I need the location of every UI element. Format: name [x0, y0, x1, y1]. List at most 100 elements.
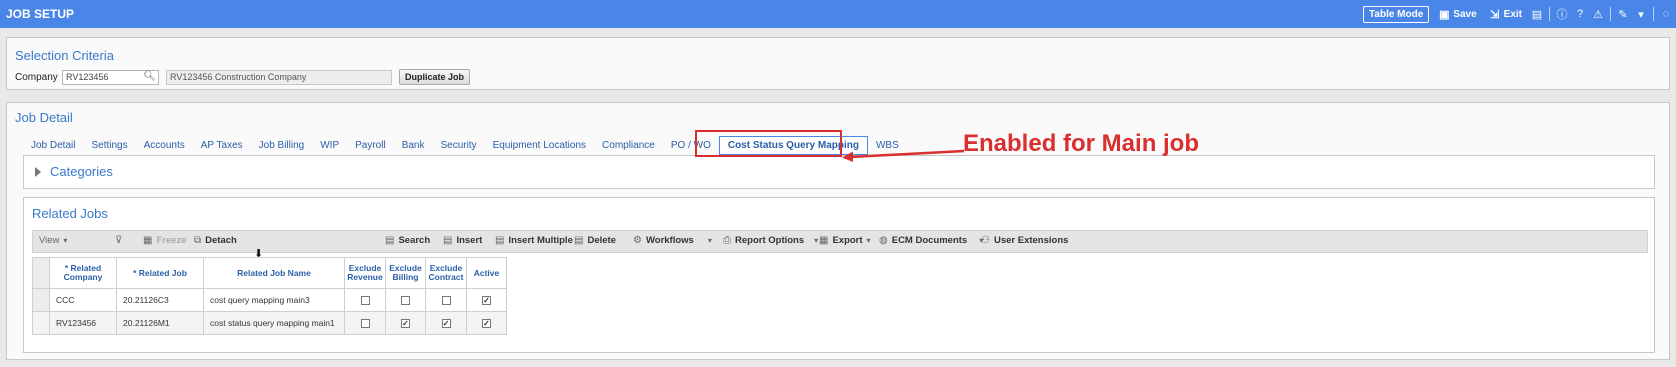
- company-value: RV123456: [66, 72, 109, 82]
- column-header-related-job[interactable]: * Related Job: [116, 257, 204, 289]
- table-row[interactable]: RV123456 20.21126M1 cost status query ma…: [32, 311, 507, 335]
- caret-right-icon[interactable]: [35, 167, 41, 177]
- exit-button[interactable]: ⇲ Exit: [1486, 8, 1525, 21]
- search-button[interactable]: ▤ Search: [385, 235, 430, 246]
- detach-button[interactable]: ⧉ Detach: [194, 235, 237, 246]
- insert-button[interactable]: ▤ Insert: [443, 235, 482, 246]
- printer-icon: ⎙: [723, 235, 731, 246]
- chevron-down-icon: ▾: [707, 236, 712, 245]
- exclude-contract-checkbox[interactable]: [441, 296, 451, 306]
- layout-icon[interactable]: ▤: [1531, 8, 1543, 21]
- filter-button[interactable]: ⊽: [115, 235, 122, 246]
- export-menu[interactable]: ▦ Export ▾: [819, 235, 871, 246]
- exclude-revenue-checkbox[interactable]: [360, 319, 370, 329]
- warning-icon[interactable]: ⚠: [1592, 8, 1604, 21]
- insert-multiple-button[interactable]: ▤ Insert Multiple: [495, 235, 573, 246]
- exclude-revenue-checkbox[interactable]: [360, 296, 370, 306]
- annotation-arrow: [842, 149, 965, 162]
- duplicate-job-button[interactable]: Duplicate Job: [399, 69, 471, 85]
- selection-criteria-title: Selection Criteria: [15, 48, 114, 63]
- report-options-menu[interactable]: ⎙ Report Options ▾: [723, 235, 818, 246]
- highlight-box: [695, 130, 842, 157]
- tab-security[interactable]: Security: [433, 137, 485, 154]
- cell-related-job[interactable]: 20.21126M1: [116, 311, 204, 335]
- row-selector[interactable]: [32, 311, 50, 335]
- insert-multiple-label: Insert Multiple: [508, 235, 573, 246]
- row-selector[interactable]: [32, 288, 50, 312]
- exit-icon: ⇲: [1490, 8, 1500, 21]
- column-header-related-company[interactable]: * Related Company: [49, 257, 117, 289]
- insert-label: Insert: [456, 235, 483, 246]
- info-icon[interactable]: ⓘ: [1556, 8, 1568, 21]
- categories-section[interactable]: Categories: [23, 155, 1655, 189]
- active-checkbox[interactable]: ✓: [482, 319, 491, 329]
- tab-wip[interactable]: WIP: [312, 137, 347, 154]
- tab-ap-taxes[interactable]: AP Taxes: [193, 137, 251, 154]
- cell-related-company[interactable]: CCC: [49, 288, 117, 312]
- cell-related-job-name[interactable]: cost query mapping main3: [203, 288, 345, 312]
- tab-bank[interactable]: Bank: [394, 137, 433, 154]
- column-header-exclude-billing[interactable]: Exclude Billing: [385, 257, 426, 289]
- exclude-contract-checkbox[interactable]: ✓: [441, 319, 451, 329]
- column-header-active[interactable]: Active: [466, 257, 507, 289]
- detach-icon: ⧉: [194, 235, 202, 246]
- save-button[interactable]: ▣ Save: [1435, 8, 1479, 21]
- column-header-exclude-revenue[interactable]: Exclude Revenue: [344, 257, 386, 289]
- exit-label: Exit: [1503, 8, 1522, 20]
- categories-title: Categories: [50, 164, 113, 179]
- job-detail-title: Job Detail: [15, 110, 73, 125]
- detach-label: Detach: [205, 235, 237, 246]
- tab-settings[interactable]: Settings: [83, 137, 135, 154]
- table-mode-button[interactable]: Table Mode: [1363, 5, 1430, 23]
- refresh-icon[interactable]: ◌: [1660, 8, 1672, 20]
- exclude-billing-checkbox[interactable]: [401, 296, 410, 306]
- tab-job-detail[interactable]: Job Detail: [23, 137, 83, 154]
- workflows-label: Workflows: [645, 235, 694, 246]
- report-options-label: Report Options: [735, 235, 805, 246]
- column-header-related-job-name[interactable]: Related Job Name: [203, 257, 345, 289]
- tab-job-billing[interactable]: Job Billing: [251, 137, 313, 154]
- active-checkbox[interactable]: ✓: [482, 296, 491, 306]
- ecm-documents-label: ECM Documents: [891, 235, 968, 246]
- tab-compliance[interactable]: Compliance: [594, 137, 663, 154]
- cell-related-job[interactable]: 20.21126C3: [116, 288, 204, 312]
- grid-toolbar: View ▾ ⊽ ▦ Freeze ⧉ Detach ▤ Search ▤ In…: [32, 230, 1648, 253]
- edit-icon[interactable]: ✎: [1617, 8, 1629, 21]
- insert-multiple-icon: ▤: [495, 235, 505, 246]
- freeze-button[interactable]: ▦ Freeze: [143, 235, 187, 246]
- chevron-down-icon: ▾: [814, 236, 819, 245]
- column-header-exclude-contract[interactable]: Exclude Contract: [425, 257, 467, 289]
- selection-criteria-panel: Selection Criteria Company RV123456 🔍︎ R…: [6, 37, 1670, 90]
- related-jobs-section: Related Jobs View ▾ ⊽ ▦ Freeze ⧉ Detach …: [23, 197, 1655, 353]
- save-icon: ▣: [1439, 8, 1450, 21]
- filter-icon: ⊽: [115, 235, 123, 246]
- search-icon[interactable]: 🔍︎: [143, 71, 156, 82]
- exclude-billing-checkbox[interactable]: ✓: [401, 319, 410, 329]
- table-row[interactable]: CCC 20.21126C3 cost query mapping main3 …: [32, 288, 507, 312]
- toolbar-divider: [1653, 7, 1654, 21]
- export-icon: ▦: [819, 235, 829, 246]
- tab-accounts[interactable]: Accounts: [136, 137, 193, 154]
- save-label: Save: [1453, 8, 1477, 20]
- chevron-down-icon[interactable]: ▾: [1635, 8, 1647, 21]
- ecm-documents-menu[interactable]: ◍ ECM Documents ▾: [879, 235, 983, 246]
- tab-equipment-locations[interactable]: Equipment Locations: [485, 137, 594, 154]
- related-jobs-table: * Related Company * Related Job Related …: [32, 257, 507, 335]
- company-field[interactable]: RV123456 🔍︎: [62, 70, 159, 85]
- app-title: JOB SETUP: [6, 7, 75, 21]
- help-icon[interactable]: ?: [1574, 8, 1586, 20]
- delete-button[interactable]: ▤ Delete: [574, 235, 616, 246]
- workflows-menu[interactable]: ⚙ Workflows ▾: [633, 235, 712, 246]
- insert-icon: ▤: [443, 235, 453, 246]
- company-label: Company: [15, 72, 58, 83]
- toolbar-divider: [1610, 7, 1611, 21]
- cell-related-job-name[interactable]: cost status query mapping main1: [203, 311, 345, 335]
- annotation-text: Enabled for Main job: [963, 130, 1200, 157]
- user-extensions-button[interactable]: ⚇ User Extensions: [981, 235, 1068, 246]
- view-menu[interactable]: View ▾: [39, 235, 67, 246]
- export-label: Export: [832, 235, 863, 246]
- tab-payroll[interactable]: Payroll: [347, 137, 394, 154]
- row-selector-header[interactable]: [32, 257, 50, 289]
- cell-related-company[interactable]: RV123456: [49, 311, 117, 335]
- titlebar-tools: Table Mode ▣ Save ⇲ Exit ▤ ⓘ ? ⚠ ✎ ▾ ◌: [1363, 0, 1672, 28]
